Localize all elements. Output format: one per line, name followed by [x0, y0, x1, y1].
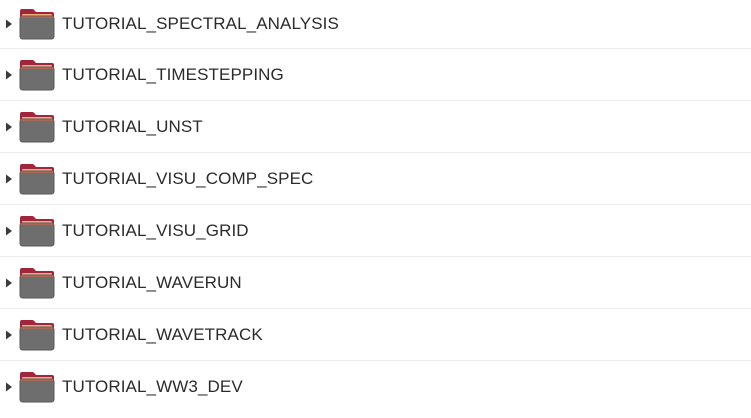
tree-row-unst[interactable]: TUTORIAL_UNST	[0, 101, 751, 153]
folder-icon	[18, 369, 56, 405]
folder-icon	[18, 317, 56, 353]
triangle-right-icon[interactable]	[0, 70, 18, 80]
tree-row-timestepping[interactable]: TUTORIAL_TIMESTEPPING	[0, 49, 751, 101]
triangle-right-icon[interactable]	[0, 122, 18, 132]
triangle-right-icon[interactable]	[0, 382, 18, 392]
tree-row-label: TUTORIAL_WAVETRACK	[62, 324, 263, 344]
folder-icon	[18, 6, 56, 42]
triangle-right-icon[interactable]	[0, 226, 18, 236]
tree-row-label: TUTORIAL_UNST	[62, 116, 203, 136]
tree-row-label: TUTORIAL_SPECTRAL_ANALYSIS	[62, 14, 339, 33]
folder-icon	[18, 213, 56, 249]
folder-tree-list: TUTORIAL_SPECTRAL_ANALYSIS TUTORIAL_TIME…	[0, 0, 751, 418]
tree-row-waverun[interactable]: TUTORIAL_WAVERUN	[0, 257, 751, 309]
triangle-right-icon[interactable]	[0, 330, 18, 340]
tree-row-label: TUTORIAL_VISU_COMP_SPEC	[62, 168, 314, 188]
triangle-right-icon[interactable]	[0, 19, 18, 29]
folder-icon	[18, 161, 56, 197]
tree-row-label: TUTORIAL_TIMESTEPPING	[62, 64, 284, 84]
tree-row-label: TUTORIAL_WW3_DEV	[62, 377, 243, 396]
tree-row-spectral-analysis[interactable]: TUTORIAL_SPECTRAL_ANALYSIS	[0, 0, 751, 49]
triangle-right-icon[interactable]	[0, 174, 18, 184]
tree-row-visu-comp-spec[interactable]: TUTORIAL_VISU_COMP_SPEC	[0, 153, 751, 205]
tree-row-visu-grid[interactable]: TUTORIAL_VISU_GRID	[0, 205, 751, 257]
tree-row-label: TUTORIAL_WAVERUN	[62, 272, 242, 292]
tree-row-ww3-dev[interactable]: TUTORIAL_WW3_DEV	[0, 361, 751, 413]
triangle-right-icon[interactable]	[0, 278, 18, 288]
folder-icon	[18, 265, 56, 301]
tree-row-label: TUTORIAL_VISU_GRID	[62, 220, 249, 240]
folder-icon	[18, 109, 56, 145]
folder-icon	[18, 57, 56, 93]
tree-row-wavetrack[interactable]: TUTORIAL_WAVETRACK	[0, 309, 751, 361]
